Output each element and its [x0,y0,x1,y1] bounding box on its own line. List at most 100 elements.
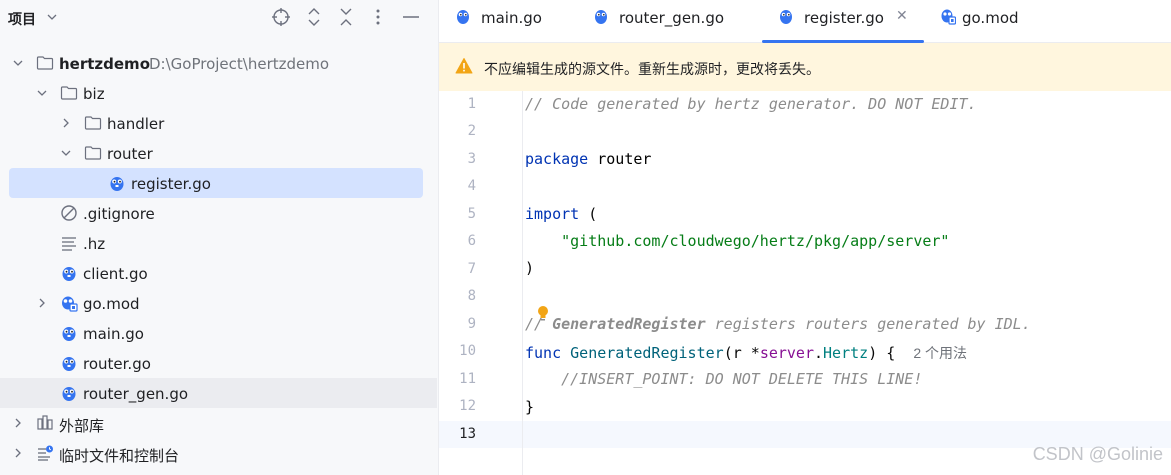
code-line-1: // Code generated by hertz generator. DO… [525,95,977,113]
code-line-5: import ( [525,205,597,223]
chevron-right-icon[interactable] [36,297,48,309]
chevron-right-icon[interactable] [12,417,24,429]
punctuation: ) [525,259,535,277]
string-literal: "github.com/cloudwego/hertz/pkg/app/serv… [561,232,950,250]
folder-icon [84,146,102,160]
line-number: 3 [467,151,476,167]
line-number: 12 [459,398,476,414]
tree-item-router-go[interactable]: router.go [0,348,437,378]
tab-register-go[interactable]: register.go ✕ [762,0,924,43]
tree-item-go-mod[interactable]: go.mod [0,288,437,318]
go-mod-icon [941,9,956,25]
line-number: 13 [459,426,476,442]
folder-icon [60,86,78,100]
punctuation: . [814,344,824,362]
hide-panel-button[interactable] [400,6,422,28]
type-name: Hertz [823,344,869,362]
more-vertical-icon [376,9,380,25]
tree-item-biz[interactable]: biz [0,78,437,108]
crosshair-icon [272,8,290,26]
expand-all-button[interactable] [303,6,325,28]
code-line-9: // GeneratedRegister registers routers g… [525,315,1031,333]
tree-item-gitignore[interactable]: .gitignore [0,198,437,228]
chevron-right-icon[interactable] [12,447,24,459]
tree-item-register-go[interactable]: register.go [0,168,437,198]
tree-item-label: .hz [83,235,106,253]
locate-file-button[interactable] [270,6,292,28]
tree-item-label: router.go [83,355,151,373]
tree-item-label: biz [83,85,105,103]
code-area[interactable]: // Code generated by hertz generator. DO… [523,91,1171,475]
close-icon[interactable]: ✕ [896,8,908,24]
tab-go-mod[interactable]: go.mod [924,0,1044,42]
tree-item-label: 外部库 [59,417,105,435]
punctuation: ( [723,344,733,362]
folder-icon [36,56,54,70]
go-mod-icon [62,296,78,312]
project-path: D:\GoProject\hertzdemo [149,55,330,73]
line-number: 9 [467,316,476,332]
punctuation: } [525,398,535,416]
tree-item-router-gen-go[interactable]: router_gen.go [0,378,437,408]
tree-item-external-libraries[interactable]: 外部库 [0,408,437,438]
tree-item-label: client.go [83,265,148,283]
code-line-11: //INSERT_POINT: DO NOT DELETE THIS LINE! [525,370,922,388]
project-panel-title[interactable]: 项目 [8,9,36,29]
comment: //INSERT_POINT: DO NOT DELETE THIS LINE! [561,370,923,388]
options-button[interactable] [367,6,389,28]
tree-item-hz[interactable]: .hz [0,228,437,258]
line-number: 8 [467,288,476,304]
tree-item-label: main.go [83,325,144,343]
punctuation: ) { [868,344,896,362]
chevron-down-icon[interactable] [36,87,48,99]
usages-inlay-hint[interactable]: 2 个用法 [913,345,967,361]
lightbulb-icon[interactable] [536,305,550,323]
punctuation: * [741,344,760,362]
folder-icon [84,116,102,130]
punctuation: ( [579,205,598,223]
text-file-icon [62,237,76,251]
line-number: 4 [467,178,476,194]
keyword: package [525,150,589,168]
comment: registers routers generated by IDL. [705,315,1031,333]
package-name: router [597,150,652,168]
chevron-down-icon[interactable] [12,57,24,69]
function-name[interactable]: GeneratedRegister [570,344,724,362]
tab-main-go[interactable]: main.go [439,0,577,42]
tree-item-hertzdemo[interactable]: hertzdemo D:\GoProject\hertzdemo [0,48,437,78]
code-line-6: "github.com/cloudwego/hertz/pkg/app/serv… [525,232,949,250]
tree-item-label: router [107,145,153,163]
code-line-12: } [525,398,534,416]
line-number: 6 [467,233,476,249]
editor-panel: main.go router_gen.go register.go ✕ go.m… [439,0,1171,475]
tab-label: main.go [481,9,542,27]
ignore-file-icon [61,205,77,221]
tree-item-client-go[interactable]: client.go [0,258,437,288]
line-number-gutter[interactable]: 1 2 3 4 5 6 7 8 9 10 11 12 13 [439,91,522,475]
tree-item-label: 临时文件和控制台 [59,447,180,465]
tree-item-label: handler [107,115,165,133]
chevron-right-icon[interactable] [60,117,72,129]
chevron-down-icon[interactable] [60,147,72,159]
line-number: 2 [467,123,476,139]
code-line-3: package router [525,150,651,168]
tree-item-label: .gitignore [83,205,155,223]
collapse-all-icon [340,8,352,26]
tab-label: router_gen.go [619,9,725,27]
project-panel-header: 项目 [0,0,438,36]
package-ref: server [759,344,814,362]
parameter: r [732,344,742,362]
tree-item-handler[interactable]: handler [0,108,437,138]
selection-highlight [9,168,423,198]
go-file-icon [62,267,76,281]
collapse-all-button[interactable] [335,6,357,28]
line-number: 7 [467,261,476,277]
comment: // Code generated by hertz generator. DO… [525,95,977,113]
tree-item-scratches[interactable]: 临时文件和控制台 [0,438,437,468]
chevron-down-icon[interactable] [46,11,58,23]
go-file-icon [62,387,76,401]
tree-item-router[interactable]: router [0,138,437,168]
tab-router-gen-go[interactable]: router_gen.go [577,0,762,42]
tree-item-main-go[interactable]: main.go [0,318,437,348]
line-number: 11 [459,371,476,387]
